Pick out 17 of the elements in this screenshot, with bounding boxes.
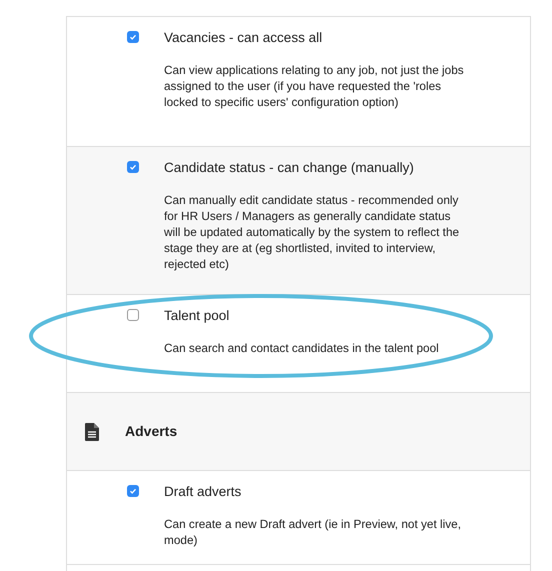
- permission-description: Can view applications relating to any job, not just the jobs assigned to the user (if you have requested the 'roles locked to specific users' configuration option): [164, 62, 464, 110]
- permission-description: Can search and contact candidates in the talent pool: [164, 340, 440, 356]
- checkbox[interactable]: [127, 485, 139, 497]
- permission-title: Talent pool: [164, 307, 230, 324]
- checkbox[interactable]: [127, 309, 139, 321]
- permission-title: Draft adverts: [164, 483, 242, 500]
- checkbox[interactable]: [127, 161, 139, 173]
- section-title: Adverts: [125, 422, 178, 441]
- check-icon: [129, 33, 137, 41]
- document-icon: [85, 422, 99, 440]
- check-icon: [129, 163, 137, 171]
- permission-title: Candidate status - can change (manually): [164, 159, 415, 176]
- checkbox[interactable]: [127, 31, 139, 43]
- check-icon: [129, 487, 137, 495]
- permission-description: Can manually edit candidate status - recommended only for HR Users / Managers as generally candidate status will be updated automatically by the system to reflect the stage they are at (eg shortlisted, invited to interview, rejected etc): [164, 192, 460, 272]
- permission-title: Vacancies - can access all: [164, 29, 324, 46]
- permission-description: Can create a new Draft advert (ie in Preview, not yet live, mode): [164, 516, 462, 548]
